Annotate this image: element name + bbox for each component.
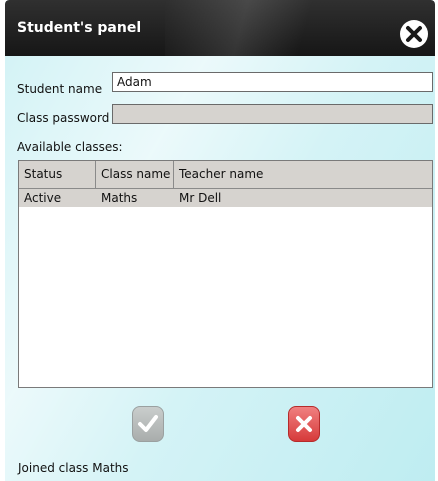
available-classes-label: Available classes: xyxy=(17,140,123,154)
student-name-input[interactable] xyxy=(112,72,433,92)
student-name-label: Student name xyxy=(17,82,103,96)
window-title: Student's panel xyxy=(17,20,142,36)
column-header-status[interactable]: Status xyxy=(19,161,96,188)
cell-teacher-name: Mr Dell xyxy=(179,191,222,205)
table-row[interactable]: Active Maths Mr Dell xyxy=(19,189,432,207)
column-header-class-name[interactable]: Class name xyxy=(96,161,174,188)
cell-class-name: Maths xyxy=(101,191,138,205)
cancel-button[interactable] xyxy=(288,406,320,442)
table-header: Status Class name Teacher name xyxy=(19,161,432,189)
classes-table[interactable]: Status Class name Teacher name Active Ma… xyxy=(18,160,433,388)
confirm-button[interactable] xyxy=(132,406,164,442)
close-icon xyxy=(406,26,422,42)
x-icon xyxy=(296,416,312,432)
title-bar-gloss xyxy=(165,0,335,56)
status-message: Joined class Maths xyxy=(18,461,129,475)
class-password-input[interactable] xyxy=(112,104,433,124)
class-password-label: Class password xyxy=(17,111,110,125)
checkmark-icon xyxy=(138,415,158,432)
student-panel-window: Student's panel Student name Class passw… xyxy=(5,0,435,481)
close-button[interactable] xyxy=(400,20,428,48)
title-bar: Student's panel xyxy=(5,0,435,56)
column-header-teacher-name[interactable]: Teacher name xyxy=(174,161,432,188)
cell-status: Active xyxy=(24,191,62,205)
